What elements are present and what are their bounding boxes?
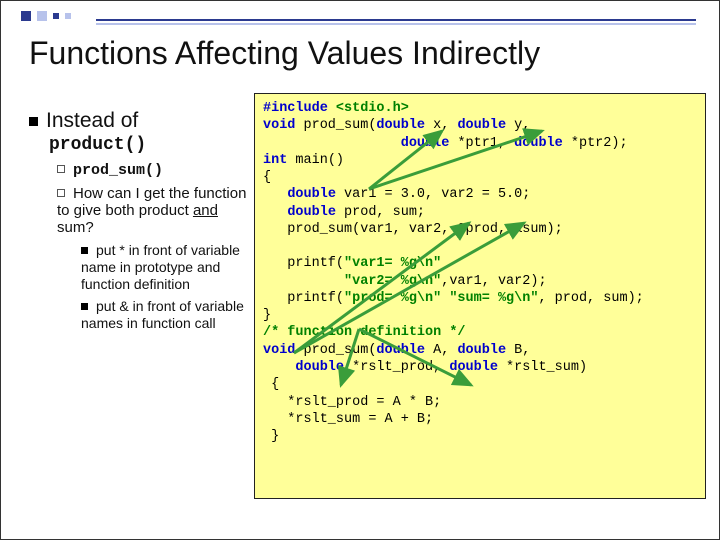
decorative-squares [21, 11, 71, 21]
bullet-product-fn: product() [49, 135, 249, 155]
header-rule [96, 19, 696, 21]
header-rule-light [96, 23, 696, 25]
bullet-put-star: put * in front of variable name in proto… [81, 242, 249, 292]
bullet-instead-of: Instead of [29, 109, 249, 133]
code-block: #include <stdio.h> void prod_sum(double … [254, 93, 706, 499]
bullet-put-amp: put & in front of variable names in func… [81, 298, 249, 332]
bullet-column: Instead of product() prod_sum() How can … [29, 109, 249, 338]
bullet-prod-sum: prod_sum() [57, 161, 249, 179]
bullet-how-can: How can I get the function to give both … [57, 185, 249, 236]
slide-title: Functions Affecting Values Indirectly [29, 35, 699, 72]
